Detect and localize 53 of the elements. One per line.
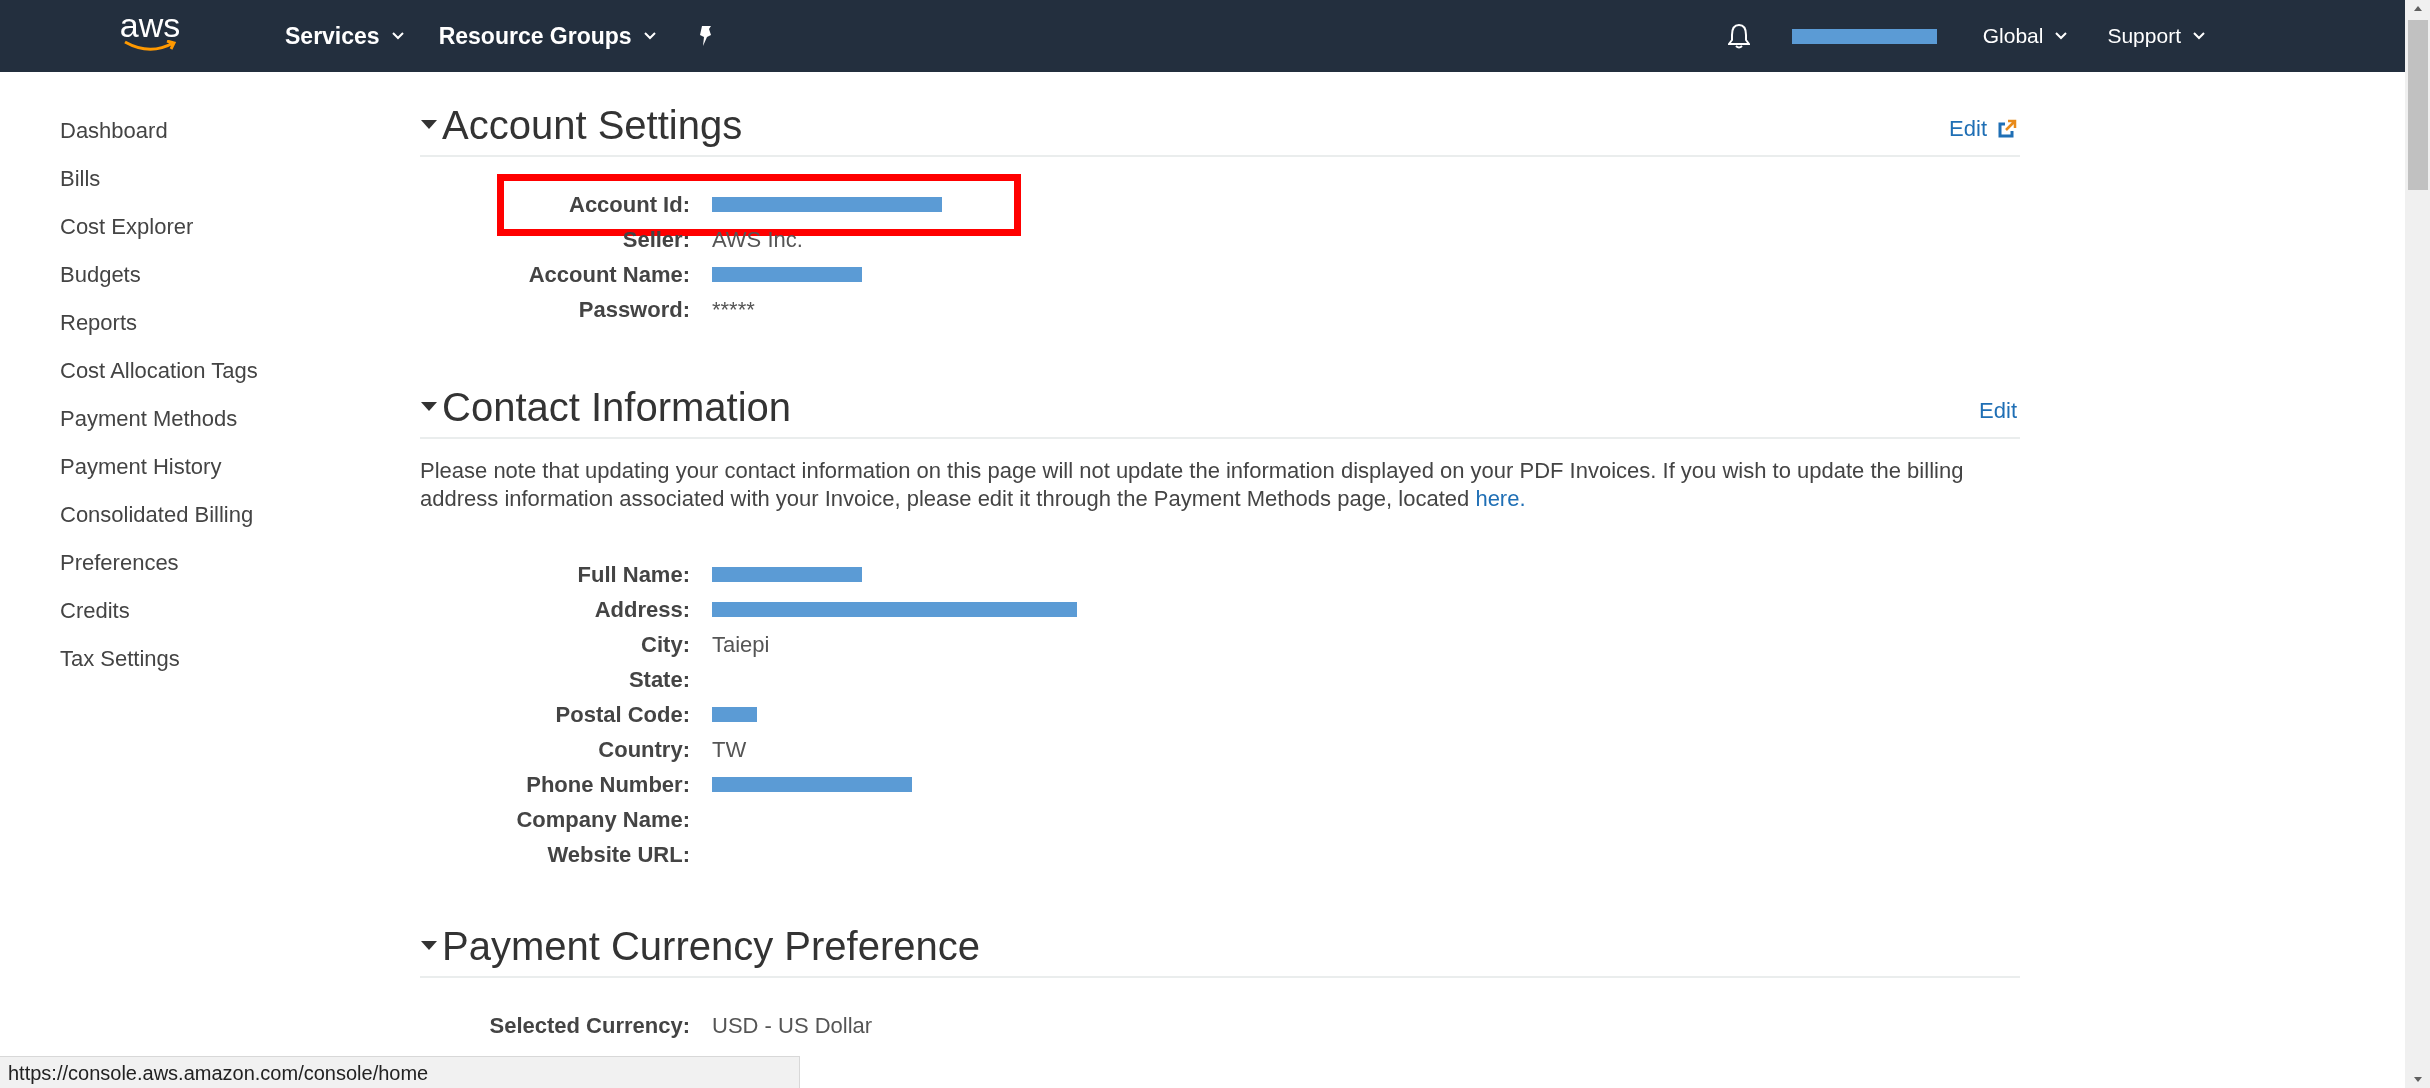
sidebar-item[interactable]: Tax Settings [60,635,420,683]
sidebar-item[interactable]: Credits [60,587,420,635]
sidebar-item[interactable]: Budgets [60,251,420,299]
here-link[interactable]: here. [1475,486,1526,511]
edit-link[interactable]: Edit [1949,116,2017,142]
field-label: Password: [577,296,690,323]
field-value: ***** [712,296,755,323]
caret-icon [643,32,656,40]
bell-icon[interactable] [1727,23,1750,49]
field-label: Full Name: [576,561,690,588]
edit-link[interactable]: Edit [1979,398,2017,424]
nav-menu-button[interactable]: Global [1982,24,2068,48]
caret-icon [2193,32,2205,40]
nav-menu-button[interactable]: Support [2107,24,2205,48]
sidebar-item[interactable]: Payment History [60,443,420,491]
section-heading[interactable]: Contact Information [420,384,792,430]
sidebar-item[interactable]: Payment Methods [60,395,420,443]
nav-menu-button[interactable]: Resource Groups [438,22,656,50]
contact-note: Please note that updating your contact information on this page will not update the information displayed on your PDF Invoices. If you wish to update the billing address information associated with your Invoice, please edit it through the Payment Methods page, located here. [420,457,1965,513]
collapse-triangle-icon[interactable] [420,119,438,131]
caret-icon [2055,32,2068,40]
field-label: Company Name: [515,806,690,833]
collapse-triangle-icon[interactable] [420,940,438,952]
sidebar-item[interactable]: Cost Allocation Tags [60,347,420,395]
field-label: Phone Number: [525,771,690,798]
field-value: Taiepi [712,631,770,658]
nav-menu-button[interactable]: Services [285,22,404,50]
section-heading[interactable]: Payment Currency Preference [420,923,980,969]
redaction-mark[interactable] [1791,28,1937,44]
field-label: Selected Currency: [488,1012,690,1039]
field-label: Website URL: [546,841,690,868]
field-value: TW [712,736,747,763]
smile-icon [123,40,177,52]
caret-icon [391,32,404,40]
sidebar-item[interactable]: Cost Explorer [60,203,420,251]
sidebar-item[interactable]: Bills [60,155,420,203]
sidebar-item[interactable]: Preferences [60,539,420,587]
field-label: Account Id: [568,191,690,218]
aws-logo-text[interactable]: aws [119,10,181,40]
field-value: USD - US Dollar [712,1012,873,1039]
status-bar-url: https://console.aws.amazon.com/console/home [0,1056,800,1088]
sidebar-item[interactable]: Reports [60,299,420,347]
field-label: Country: [597,736,690,763]
field-label: State: [627,666,690,693]
section-heading[interactable]: Account Settings [420,102,743,148]
field-label: Address: [593,596,690,623]
scroll-thumb[interactable] [2407,20,2428,190]
field-label: City: [640,631,690,658]
collapse-triangle-icon[interactable] [420,401,438,413]
sidebar-item[interactable]: Consolidated Billing [60,491,420,539]
field-label: Postal Code: [554,701,690,728]
sidebar-item[interactable]: Dashboard [60,107,420,155]
field-label: Account Name: [527,261,690,288]
